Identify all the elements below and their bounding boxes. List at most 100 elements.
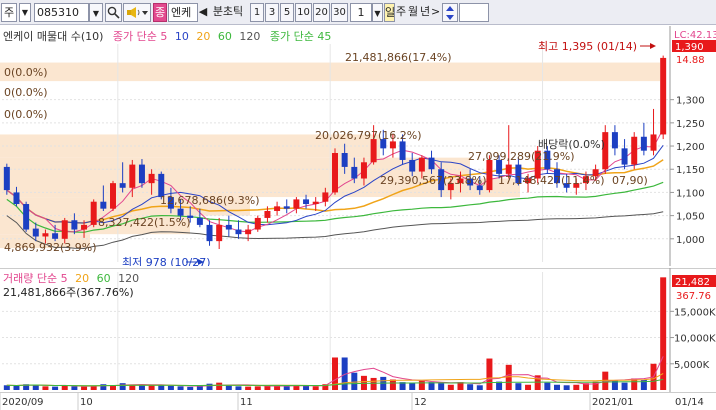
volume-bar [476,385,483,390]
price-chart[interactable]: 0(0.0%) 0(0.0%) 0(0.0%) 21,481,866(17.4%) 20… [0,26,716,269]
candle-body [196,217,203,225]
volume-bar [418,380,425,390]
week-label: 주 [395,5,407,18]
volume-bar [312,386,319,390]
volume-bar [177,386,184,390]
candle-body [100,201,107,209]
x-tick-label: 12 [414,397,427,408]
current-price-tag: 1,390 [675,42,704,53]
stock-dropdown-button[interactable]: ▼ [89,3,103,22]
period-button-10[interactable]: 10 [295,3,312,22]
x-tick-label: 10 [80,397,93,408]
volume-bar [563,385,570,390]
period-button-30[interactable]: 30 [331,3,348,22]
candle-body [274,206,281,211]
candle-body [138,164,145,184]
speaker-button[interactable] [123,3,151,22]
month-button[interactable]: 월 [407,3,419,22]
volume-profile-label: 0(0.0%) [4,66,48,79]
period-button-20[interactable]: 20 [313,3,330,22]
period-button-5[interactable]: 5 [280,3,294,22]
volume-profile-label: 20,026,797(16.2%) [315,129,422,142]
year-button[interactable]: 년 [419,3,431,22]
search-button[interactable] [105,3,122,22]
magnifier-icon [107,6,120,19]
candle-body [52,233,59,239]
candle-body [322,192,329,202]
volume-tick-label: 15,000K [674,307,716,318]
candle-body [245,229,252,235]
volume-pct-tag: 367.76 [676,291,711,302]
year-label: 년 [419,5,431,18]
volume-profile-label: 0(0.0%) [4,86,48,99]
volume-bar [283,386,290,390]
week-button[interactable]: 주 [395,3,407,22]
next-button[interactable]: > [431,3,440,22]
volume-bar [52,386,59,390]
updown-button[interactable] [442,3,458,22]
candle-body [90,201,97,225]
x-tick-label: 2020/09 [2,397,44,408]
candle-body [303,199,310,205]
candle-down [3,163,10,195]
compare-icon: 종 [154,6,166,19]
candle-body [409,159,416,172]
candle-body [206,224,213,242]
market-select[interactable]: 주 [1,3,17,22]
candle-body [235,229,242,235]
volume-profile-label: 12,678,686(9.3%) [160,194,260,207]
volume-bar [303,385,310,390]
x-tick-label: 2021/01 [592,397,634,408]
candle-body [389,141,396,149]
volume-bar [515,383,522,390]
candle-body [71,220,78,230]
stock-code-input[interactable]: 085310 [34,3,89,22]
candle-body [264,210,271,218]
y-tick-label: 1,150 [676,165,705,176]
candle-body [13,192,20,205]
price-legend: 엔케이 매물대 수(10) 종가 단순 5 10 20 60 120 종가 단순… [3,28,337,44]
candle-body [360,162,367,179]
y-tick-label: 1,300 [676,96,705,107]
volume-bar [206,383,213,390]
volume-bar [438,383,445,390]
prev-button[interactable]: ◀ [198,3,208,22]
candle-body [177,208,184,216]
volume-bar [138,385,145,390]
period-value: 1 [357,6,365,19]
chevron-down-icon: ▼ [21,8,29,17]
compare-button[interactable]: 종 [153,3,167,22]
candle-body [148,173,155,184]
corner-label: LC:42.13 [674,30,716,41]
candle-body [399,141,406,160]
period-button-1[interactable]: 1 [250,3,264,22]
candle-body [660,57,667,135]
period-type-label[interactable]: 분초틱 [208,3,248,22]
candle-body [225,224,232,230]
period-button-3[interactable]: 3 [265,3,279,22]
period-value-input[interactable]: 1 [350,3,372,22]
legend-ma60: 60 [217,30,232,43]
candle-body [216,224,223,242]
period-dropdown-button[interactable]: ▼ [372,3,383,22]
legend-ma20: 20 [196,30,211,43]
legend-title: 엔케이 매물대 수(10) [3,30,104,43]
market-dropdown-button[interactable]: ▼ [19,3,31,22]
day-button[interactable]: 일 [384,3,395,22]
volume-bar [467,384,474,390]
volume-bar [71,386,78,390]
volume-current-tag: 21,482 [675,277,710,288]
period-type-text: 분초틱 [212,5,244,18]
candle-body [640,136,647,151]
candle-body [621,148,628,165]
high-annotation: 최고 1,395 (01/14) [538,40,637,53]
count-input[interactable] [459,3,489,22]
volume-profile-label: 0(0.0%) [4,108,48,121]
volume-profile-label: 07,90) [612,174,648,187]
candle-body [32,228,39,237]
volume-bar [225,385,232,390]
triangle-right-icon: > [431,5,441,18]
volume-bar [235,386,242,390]
volume-bar [167,385,174,390]
volume-bar [42,386,49,390]
